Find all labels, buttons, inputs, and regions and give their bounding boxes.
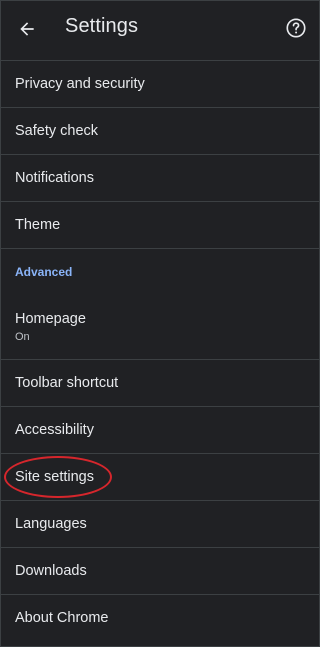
settings-item-about-chrome[interactable]: About Chrome	[1, 594, 319, 641]
settings-screen: Settings Privacy and security Safety che…	[0, 0, 320, 647]
arrow-left-icon	[20, 22, 34, 36]
settings-item-accessibility[interactable]: Accessibility	[1, 406, 319, 453]
back-button[interactable]	[11, 13, 43, 45]
settings-item-notifications[interactable]: Notifications	[1, 154, 319, 201]
settings-list: Privacy and security Safety check Notifi…	[1, 60, 319, 641]
settings-item-label: About Chrome	[15, 610, 109, 626]
settings-item-toolbar-shortcut[interactable]: Toolbar shortcut	[1, 359, 319, 406]
page-title: Settings	[65, 15, 139, 37]
settings-item-safety-check[interactable]: Safety check	[1, 107, 319, 154]
settings-item-label: Toolbar shortcut	[15, 375, 119, 391]
settings-item-label: Accessibility	[15, 422, 94, 438]
settings-item-site-settings[interactable]: Site settings	[1, 453, 319, 500]
settings-item-label: Languages	[15, 516, 87, 532]
settings-item-label: Homepage	[15, 310, 86, 327]
settings-item-theme[interactable]: Theme	[1, 201, 319, 248]
help-circle-icon	[286, 18, 306, 38]
settings-item-downloads[interactable]: Downloads	[1, 547, 319, 594]
settings-item-sublabel: On	[15, 330, 30, 343]
help-button[interactable]	[279, 11, 313, 45]
settings-item-label: Theme	[15, 217, 61, 233]
settings-item-label: Privacy and security	[15, 76, 145, 92]
settings-item-privacy-and-security[interactable]: Privacy and security	[1, 60, 319, 107]
settings-item-label: Site settings	[15, 469, 94, 485]
settings-item-languages[interactable]: Languages	[1, 500, 319, 547]
section-header-advanced: Advanced	[1, 248, 319, 295]
settings-item-label: Safety check	[15, 123, 99, 139]
settings-item-label: Notifications	[15, 170, 94, 186]
section-label: Advanced	[15, 265, 73, 279]
settings-item-label: Downloads	[15, 563, 87, 579]
app-bar: Settings	[1, 1, 319, 57]
settings-item-homepage[interactable]: Homepage On	[1, 295, 319, 359]
